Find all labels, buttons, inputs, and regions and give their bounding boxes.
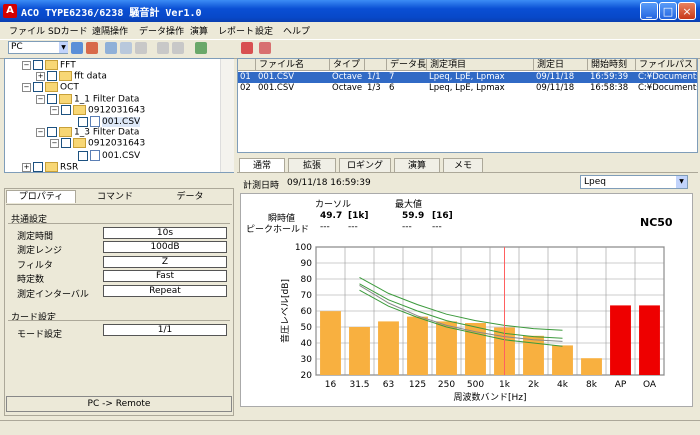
status-bar: [0, 420, 700, 435]
y-tick-label: 100: [295, 243, 312, 253]
x-tick-label: 63: [383, 380, 394, 390]
x-tick-label: 1k: [499, 380, 511, 390]
x-tick-label: 8k: [586, 380, 598, 390]
x-tick-label: OA: [643, 380, 657, 390]
bar: [523, 335, 544, 375]
x-tick-label: 2k: [528, 380, 540, 390]
bar: [552, 345, 573, 375]
bar: [349, 327, 370, 375]
bar: [407, 316, 428, 375]
y-axis-label: 音圧レベル[dB]: [279, 279, 291, 343]
bar: [581, 358, 602, 375]
y-tick-label: 50: [301, 323, 313, 333]
y-tick-label: 90: [301, 259, 313, 269]
bar: [320, 311, 341, 375]
y-tick-label: 70: [301, 291, 313, 301]
x-tick-label: 125: [409, 380, 426, 390]
x-tick-label: 16: [325, 380, 337, 390]
y-tick-label: 30: [301, 355, 313, 365]
x-tick-label: 4k: [557, 380, 569, 390]
y-tick-label: 40: [301, 339, 313, 349]
y-tick-label: 60: [301, 307, 313, 317]
x-tick-label: 250: [438, 380, 455, 390]
bar: [610, 305, 631, 375]
x-tick-label: AP: [615, 380, 627, 390]
bar: [465, 323, 486, 375]
bar: [378, 321, 399, 375]
x-tick-label: 31.5: [349, 380, 369, 390]
x-tick-label: 500: [467, 380, 484, 390]
bar: [639, 305, 660, 375]
x-axis-label: 周波数バンド[Hz]: [454, 391, 527, 403]
octave-bar-chart: 20 30 40 50 60 70 80 90 100 16 31.5 63 125 250 500 1k 2k…: [279, 243, 665, 403]
y-tick-label: 20: [301, 371, 313, 381]
y-tick-label: 80: [301, 275, 313, 285]
bar: [436, 321, 457, 375]
